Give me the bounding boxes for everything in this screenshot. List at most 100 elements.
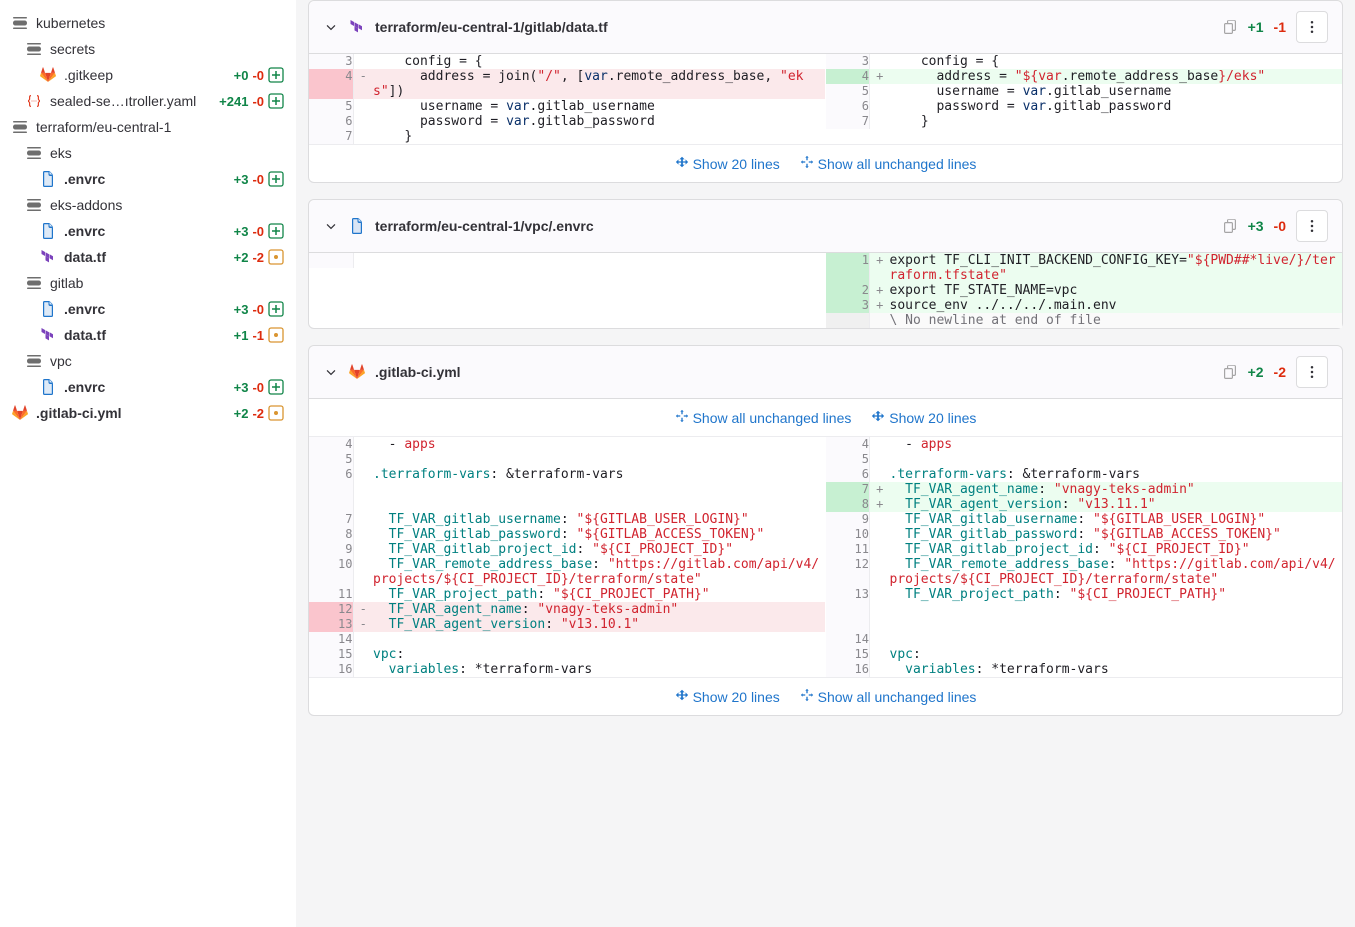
tree-item-name: secrets [50, 41, 284, 57]
diff-line[interactable]: 6 password = var.gitlab_password [309, 114, 825, 129]
diff-line[interactable]: 7 } [826, 114, 1342, 129]
diff-sign [870, 557, 890, 587]
show-20-lines[interactable]: Show 20 lines [871, 410, 976, 426]
code-content [373, 632, 825, 647]
options-button[interactable] [1296, 356, 1328, 388]
tree-item[interactable]: eks [8, 140, 288, 166]
diff-line[interactable]: 16 variables: *terraform-vars [309, 662, 825, 677]
diff-line[interactable] [309, 482, 825, 497]
tree-item[interactable]: .envrc+3 -0 [8, 296, 288, 322]
tree-item[interactable]: secrets [8, 36, 288, 62]
line-number: 2 [826, 283, 870, 298]
line-number: 13 [826, 587, 870, 602]
diff-line[interactable]: 15vpc: [826, 647, 1342, 662]
diff-line[interactable] [309, 497, 825, 512]
show-all-lines[interactable]: Show all unchanged lines [675, 410, 852, 426]
add-count: +1 [234, 328, 249, 343]
diff-sign [353, 662, 373, 677]
tree-item[interactable]: .gitkeep+0 -0 [8, 62, 288, 88]
diff-line[interactable]: 3+source_env ../../../.main.env [826, 298, 1342, 313]
del-count: -0 [252, 380, 264, 395]
diff-line[interactable]: 4 - apps [826, 437, 1342, 452]
chevron-down-icon[interactable] [323, 218, 339, 234]
diff-line[interactable]: 7 } [309, 129, 825, 144]
code-content [890, 617, 1342, 632]
diff-line[interactable]: 13 TF_VAR_project_path: "${CI_PROJECT_PA… [826, 587, 1342, 602]
tree-item[interactable]: kubernetes [8, 10, 288, 36]
show-all-lines[interactable]: Show all unchanged lines [800, 689, 977, 705]
tree-item[interactable]: vpc [8, 348, 288, 374]
diff-line[interactable]: 7 TF_VAR_gitlab_username: "${GITLAB_USER… [309, 512, 825, 527]
diff-line[interactable]: 7+ TF_VAR_agent_name: "vnagy-teks-admin" [826, 482, 1342, 497]
diff-line[interactable]: 9 TF_VAR_gitlab_username: "${GITLAB_USER… [826, 512, 1342, 527]
tree-item[interactable]: .gitlab-ci.yml+2 -2 [8, 400, 288, 426]
diff-line[interactable]: 14 [309, 632, 825, 647]
diff-line[interactable]: 9 TF_VAR_gitlab_project_id: "${CI_PROJEC… [309, 542, 825, 557]
tree-item[interactable]: gitlab [8, 270, 288, 296]
chevron-down-icon[interactable] [323, 364, 339, 380]
tree-item[interactable]: .envrc+3 -0 [8, 374, 288, 400]
copy-icon[interactable] [1222, 218, 1238, 234]
diff-line[interactable]: 6.terraform-vars: &terraform-vars [309, 467, 825, 482]
diff-line[interactable]: 6 password = var.gitlab_password [826, 99, 1342, 114]
diff-line[interactable]: 5 username = var.gitlab_username [309, 99, 825, 114]
diff-line[interactable]: 10 TF_VAR_remote_address_base: "https://… [309, 557, 825, 587]
diff-line[interactable]: 11 TF_VAR_project_path: "${CI_PROJECT_PA… [309, 587, 825, 602]
gl-icon [40, 67, 56, 83]
diff-line[interactable] [826, 617, 1342, 632]
code-content: TF_VAR_project_path: "${CI_PROJECT_PATH}… [890, 587, 1342, 602]
diff-line[interactable]: 8 TF_VAR_gitlab_password: "${GITLAB_ACCE… [309, 527, 825, 542]
show-all-lines[interactable]: Show all unchanged lines [800, 156, 977, 172]
options-button[interactable] [1296, 210, 1328, 242]
diff-line[interactable]: 3 config = { [826, 54, 1342, 69]
copy-icon[interactable] [1222, 364, 1238, 380]
tree-item[interactable]: data.tf+1 -1 [8, 322, 288, 348]
diff-line[interactable] [826, 602, 1342, 617]
tree-item[interactable]: terraform/eu-central-1 [8, 114, 288, 140]
diff-line[interactable]: 4 - apps [309, 437, 825, 452]
options-button[interactable] [1296, 11, 1328, 43]
line-number: 11 [826, 542, 870, 557]
tree-item[interactable]: data.tf+2 -2 [8, 244, 288, 270]
file-path[interactable]: terraform/eu-central-1/gitlab/data.tf [375, 19, 1212, 35]
status-badge [268, 223, 284, 239]
diff-line[interactable]: 4- address = join("/", [var.remote_addre… [309, 69, 825, 99]
tree-item[interactable]: eks-addons [8, 192, 288, 218]
file-header: .gitlab-ci.yml +2 -2 [309, 346, 1342, 399]
copy-icon[interactable] [1222, 19, 1238, 35]
diff-sign [353, 482, 373, 497]
diff-line[interactable]: 8+ TF_VAR_agent_version: "v13.11.1" [826, 497, 1342, 512]
diff-line[interactable]: 3 config = { [309, 54, 825, 69]
add-count: +3 [234, 380, 249, 395]
diff-line[interactable]: 15vpc: [309, 647, 825, 662]
diff-line[interactable]: 4+ address = "${var.remote_address_base}… [826, 69, 1342, 84]
diff-line[interactable]: 6.terraform-vars: &terraform-vars [826, 467, 1342, 482]
diff-line[interactable]: 1+export TF_CLI_INIT_BACKEND_CONFIG_KEY=… [826, 253, 1342, 283]
tree-item[interactable]: sealed-se…ıtroller.yaml+241 -0 [8, 88, 288, 114]
diff-line[interactable]: \ No newline at end of file [826, 313, 1342, 328]
show-20-lines[interactable]: Show 20 lines [675, 156, 780, 172]
diff-line[interactable]: 13- TF_VAR_agent_version: "v13.10.1" [309, 617, 825, 632]
file-path[interactable]: .gitlab-ci.yml [375, 364, 1212, 380]
diff-line[interactable]: 5 [309, 452, 825, 467]
diff-line[interactable]: 5 username = var.gitlab_username [826, 84, 1342, 99]
file-path[interactable]: terraform/eu-central-1/vpc/.envrc [375, 218, 1212, 234]
line-number [826, 617, 870, 632]
diff-line[interactable]: 12 TF_VAR_remote_address_base: "https://… [826, 557, 1342, 587]
diff-line[interactable]: 16 variables: *terraform-vars [826, 662, 1342, 677]
diff-line[interactable]: 2+export TF_STATE_NAME=vpc [826, 283, 1342, 298]
diff-line[interactable]: 11 TF_VAR_gitlab_project_id: "${CI_PROJE… [826, 542, 1342, 557]
tree-item[interactable]: .envrc+3 -0 [8, 166, 288, 192]
tree-item[interactable]: .envrc+3 -0 [8, 218, 288, 244]
diff-line[interactable]: 5 [826, 452, 1342, 467]
diff-sign [353, 467, 373, 482]
diff-line[interactable]: 12- TF_VAR_agent_name: "vnagy-teks-admin… [309, 602, 825, 617]
diff-sign [353, 114, 373, 129]
chevron-down-icon[interactable] [323, 19, 339, 35]
line-number: 5 [826, 84, 870, 99]
diff-line[interactable]: 10 TF_VAR_gitlab_password: "${GITLAB_ACC… [826, 527, 1342, 542]
line-number: 9 [826, 512, 870, 527]
diff-line[interactable]: 14 [826, 632, 1342, 647]
show-20-lines[interactable]: Show 20 lines [675, 689, 780, 705]
tree-item-name: eks-addons [50, 197, 284, 213]
